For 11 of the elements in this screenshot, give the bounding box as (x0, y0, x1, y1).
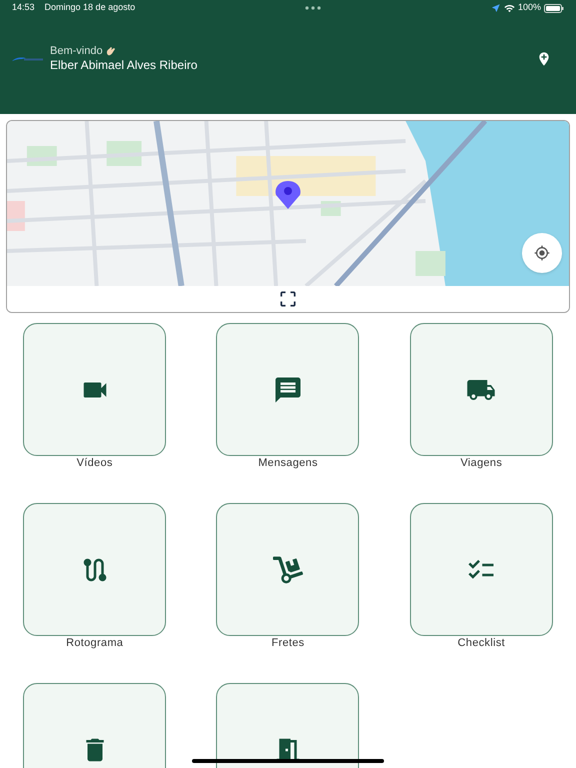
battery-percent: 100% (518, 1, 541, 14)
menu-label: Rotograma (66, 637, 124, 650)
status-date: Domingo 18 de agosto (44, 1, 136, 14)
status-time: 14:53 (12, 1, 35, 14)
user-name: Elber Abimael Alves Ribeiro (50, 58, 198, 73)
menu-label: Vídeos (76, 457, 113, 470)
menu-label: Fretes (272, 637, 304, 650)
menu-label: Checklist (458, 637, 505, 650)
menu-label: Mensagens (258, 457, 318, 470)
greeting-text: Bem-vindo (50, 44, 103, 58)
menu-label: Viagens (460, 457, 502, 470)
